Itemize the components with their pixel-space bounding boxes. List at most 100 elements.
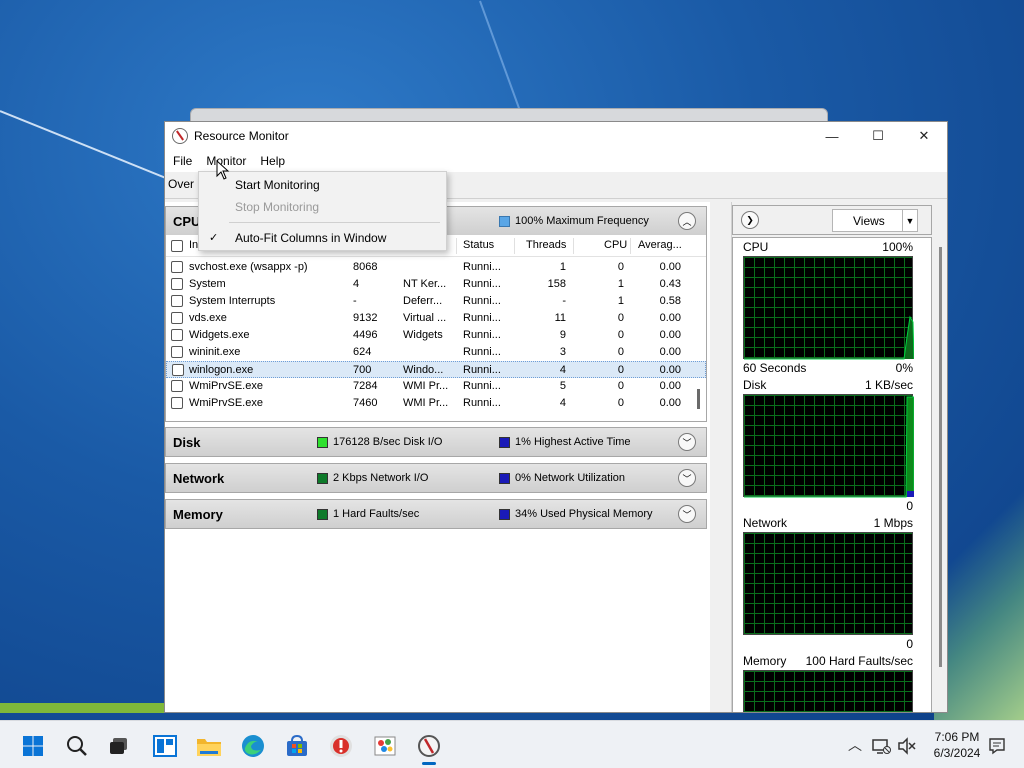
window-title: Resource Monitor xyxy=(194,129,289,143)
row-checkbox[interactable] xyxy=(172,364,184,376)
memory-section-header[interactable]: Memory 1 Hard Faults/sec 34% Used Physic… xyxy=(166,500,706,528)
cpu-frequency-swatch xyxy=(499,215,510,227)
graphs-pane: ❯ Views ▼ CPU 100% 60 Seconds 0% Disk 1 … xyxy=(731,202,947,712)
graphs-scrollbar[interactable] xyxy=(936,237,946,712)
cell-image: wininit.exe xyxy=(189,346,241,358)
network-io-swatch xyxy=(317,472,328,484)
expand-chevron-down-icon[interactable]: ﹀ xyxy=(678,505,696,523)
column-average[interactable]: Averag... xyxy=(638,239,682,251)
cell-image: WmiPrvSE.exe xyxy=(189,380,263,392)
column-separator[interactable] xyxy=(573,238,574,254)
cell-threads: - xyxy=(562,295,566,307)
column-threads[interactable]: Threads xyxy=(526,239,566,251)
collapse-chevron-up-icon[interactable]: ︿ xyxy=(678,212,696,230)
row-checkbox[interactable] xyxy=(171,380,183,392)
expand-chevron-down-icon[interactable]: ﹀ xyxy=(678,433,696,451)
cell-cpu: 0 xyxy=(617,312,624,324)
column-separator[interactable] xyxy=(456,238,457,254)
scrollbar-thumb[interactable] xyxy=(697,389,700,409)
row-checkbox[interactable] xyxy=(171,329,183,341)
title-bar[interactable]: Resource Monitor — ☐ ✕ xyxy=(165,122,947,150)
column-separator[interactable] xyxy=(630,238,631,254)
notifications-icon[interactable] xyxy=(986,733,1008,759)
clock-time: 7:06 PM xyxy=(934,730,980,744)
cpu-graph-line xyxy=(744,315,914,360)
resource-monitor-taskbar-icon[interactable] xyxy=(416,733,442,759)
table-row[interactable]: WmiPrvSE.exe 7460 WMI Pr... Runni... 4 0… xyxy=(166,395,706,412)
disk-title: Disk xyxy=(173,434,201,450)
system-clock[interactable]: 7:06 PM 6/3/2024 xyxy=(930,729,984,761)
cell-threads: 9 xyxy=(559,329,566,341)
scrollbar-thumb[interactable] xyxy=(939,247,942,667)
search-icon[interactable] xyxy=(64,733,90,759)
disk-io-swatch xyxy=(317,436,328,448)
graphs-container: CPU 100% 60 Seconds 0% Disk 1 KB/sec 0 N… xyxy=(732,237,932,712)
app-red-badge-icon[interactable] xyxy=(328,733,354,759)
table-scrollbar[interactable] xyxy=(694,259,704,419)
row-checkbox[interactable] xyxy=(171,295,183,307)
show-hidden-icons-chevron-icon[interactable]: ︿ xyxy=(848,735,862,755)
hard-faults-swatch xyxy=(317,508,328,520)
microsoft-store-icon[interactable] xyxy=(284,733,310,759)
table-row[interactable]: vds.exe 9132 Virtual ... Runni... 11 0 0… xyxy=(166,310,706,327)
maximize-button[interactable]: ☐ xyxy=(855,122,901,150)
close-button[interactable]: ✕ xyxy=(901,122,947,150)
cell-threads: 1 xyxy=(559,261,566,273)
cpu-graph-min: 0% xyxy=(895,361,913,375)
cell-cpu: 1 xyxy=(617,278,624,290)
cell-status: Runni... xyxy=(463,312,501,324)
expand-chevron-down-icon[interactable]: ﹀ xyxy=(678,469,696,487)
start-windows-icon[interactable] xyxy=(20,733,46,759)
collapse-pane-arrow-icon[interactable]: ❯ xyxy=(741,211,759,229)
row-checkbox[interactable] xyxy=(171,397,183,409)
cpu-graph-timespan: 60 Seconds xyxy=(743,361,807,375)
table-row[interactable]: System Interrupts - Deferr... Runni... -… xyxy=(166,293,706,310)
table-row[interactable]: WmiPrvSE.exe 7284 WMI Pr... Runni... 5 0… xyxy=(166,378,706,395)
cell-image: System Interrupts xyxy=(189,295,276,307)
memory-graph-max: 100 Hard Faults/sec xyxy=(805,654,913,668)
cpu-title: CPU xyxy=(173,213,201,229)
cell-average: 0.00 xyxy=(659,346,681,358)
paint-app-icon[interactable] xyxy=(372,733,398,759)
row-checkbox[interactable] xyxy=(171,278,183,290)
table-row[interactable]: System 4 NT Ker... Runni... 158 1 0.43 xyxy=(166,276,706,293)
table-row[interactable]: svchost.exe (wsappx -p) 8068 Runni... 1 … xyxy=(166,259,706,276)
row-checkbox[interactable] xyxy=(171,261,183,273)
background-window-edge xyxy=(0,703,164,713)
network-section: Network 2 Kbps Network I/O 0% Network Ut… xyxy=(165,463,707,493)
widgets-icon[interactable] xyxy=(152,733,178,759)
column-image[interactable]: In xyxy=(189,239,198,251)
volume-muted-icon[interactable] xyxy=(896,733,918,759)
menu-file[interactable]: File xyxy=(166,151,199,171)
table-row-selected[interactable]: winlogon.exe 700 Windo... Runni... 4 0 0… xyxy=(166,361,706,378)
network-title: Network xyxy=(173,470,225,486)
column-status[interactable]: Status xyxy=(463,239,494,251)
table-row[interactable]: wininit.exe 624 Runni... 3 0 0.00 xyxy=(166,344,706,361)
edge-browser-icon[interactable] xyxy=(240,733,266,759)
menu-help[interactable]: Help xyxy=(253,151,292,171)
network-section-header[interactable]: Network 2 Kbps Network I/O 0% Network Ut… xyxy=(166,464,706,492)
row-checkbox[interactable] xyxy=(171,312,183,324)
menu-start-monitoring[interactable]: Start Monitoring xyxy=(235,178,320,192)
views-dropdown-arrow-icon[interactable]: ▼ xyxy=(902,209,918,232)
cell-average: 0.00 xyxy=(659,364,681,376)
disk-section-header[interactable]: Disk 176128 B/sec Disk I/O 1% Highest Ac… xyxy=(166,428,706,456)
disk-graph-line xyxy=(744,396,914,498)
minimize-button[interactable]: — xyxy=(809,122,855,150)
cell-description: Windo... xyxy=(403,364,444,376)
tab-overview[interactable]: Over xyxy=(168,177,194,191)
task-view-icon[interactable] xyxy=(106,733,132,759)
cell-threads: 4 xyxy=(559,364,566,376)
row-checkbox[interactable] xyxy=(171,346,183,358)
cell-pid: 8068 xyxy=(353,261,378,273)
cell-pid: 9132 xyxy=(353,312,378,324)
select-all-checkbox[interactable] xyxy=(171,240,183,252)
cell-image: winlogon.exe xyxy=(189,364,254,376)
network-icon[interactable] xyxy=(870,733,892,759)
file-explorer-icon[interactable] xyxy=(196,733,222,759)
menu-auto-fit-columns[interactable]: Auto-Fit Columns in Window xyxy=(235,231,386,245)
column-cpu[interactable]: CPU xyxy=(604,239,627,251)
table-row[interactable]: Widgets.exe 4496 Widgets Runni... 9 0 0.… xyxy=(166,327,706,344)
used-memory-swatch xyxy=(499,508,510,520)
column-separator[interactable] xyxy=(514,238,515,254)
